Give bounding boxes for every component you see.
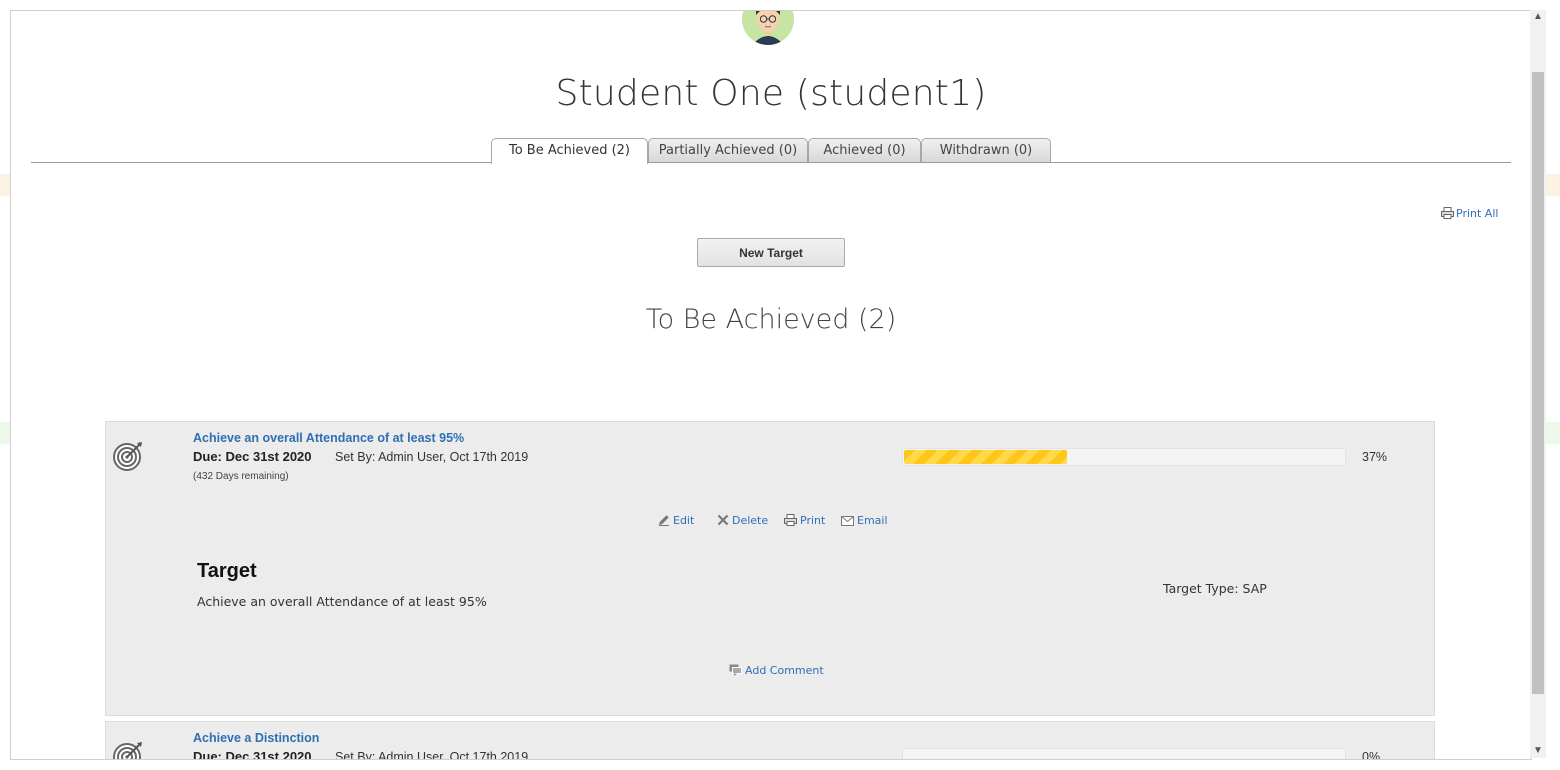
tab-partially-achieved[interactable]: Partially Achieved (0) bbox=[648, 138, 808, 162]
target-progress-bar bbox=[902, 448, 1346, 466]
comment-icon bbox=[729, 664, 742, 676]
x-icon bbox=[717, 514, 729, 526]
print-link[interactable]: Print bbox=[784, 514, 825, 527]
printer-icon bbox=[1441, 207, 1454, 219]
add-comment-link[interactable]: Add Comment bbox=[729, 664, 824, 677]
target-bullseye-icon bbox=[113, 442, 142, 471]
target-detail-heading: Target bbox=[197, 560, 257, 582]
print-all-link[interactable]: Print All bbox=[1441, 207, 1498, 220]
delete-label: Delete bbox=[732, 514, 769, 527]
vertical-scrollbar[interactable]: ▲ ▼ bbox=[1530, 10, 1546, 758]
target-due-date: Due: Dec 31st 2020 bbox=[193, 449, 312, 464]
envelope-icon bbox=[841, 516, 854, 526]
section-title: To Be Achieved (2) bbox=[645, 304, 897, 335]
scroll-up-arrow-icon[interactable]: ▲ bbox=[1530, 10, 1546, 24]
target-set-by: Set By: Admin User, Oct 17th 2019 bbox=[335, 750, 529, 760]
background-stripe bbox=[1546, 422, 1560, 444]
target-progress-label: 0% bbox=[1362, 750, 1381, 760]
student-avatar bbox=[742, 11, 794, 45]
edit-link[interactable]: Edit bbox=[658, 514, 694, 527]
print-all-label: Print All bbox=[1456, 207, 1499, 220]
target-days-remaining: (432 Days remaining) bbox=[193, 471, 289, 482]
print-label: Print bbox=[800, 514, 826, 527]
target-due-date: Due: Dec 31st 2020 bbox=[193, 749, 312, 760]
target-card: Achieve a Distinction Due: Dec 31st 2020… bbox=[105, 721, 1435, 760]
target-progress-label: 37% bbox=[1362, 450, 1388, 464]
pencil-icon bbox=[659, 515, 669, 526]
new-target-button[interactable]: New Target bbox=[697, 238, 845, 267]
target-title-link[interactable]: Achieve an overall Attendance of at leas… bbox=[193, 431, 464, 445]
printer-icon bbox=[784, 514, 797, 526]
tab-to-be-achieved[interactable]: To Be Achieved (2) bbox=[491, 138, 648, 164]
tab-withdrawn[interactable]: Withdrawn (0) bbox=[921, 138, 1051, 162]
target-bullseye-icon bbox=[113, 742, 142, 759]
target-type: Target Type: SAP bbox=[1163, 581, 1267, 596]
target-progress-fill bbox=[904, 450, 1067, 464]
student-targets-dialog: Student One (student1) To Be Achieved (2… bbox=[10, 10, 1532, 760]
background-stripe bbox=[1546, 174, 1560, 196]
email-link[interactable]: Email bbox=[841, 514, 888, 527]
target-card: Achieve an overall Attendance of at leas… bbox=[105, 421, 1435, 716]
page-title: Student One (student1) bbox=[555, 73, 987, 114]
target-detail-text: Achieve an overall Attendance of at leas… bbox=[197, 594, 487, 609]
target-title-link[interactable]: Achieve a Distinction bbox=[193, 731, 319, 745]
edit-label: Edit bbox=[673, 514, 695, 527]
target-progress-bar bbox=[902, 748, 1346, 759]
scrollbar-thumb[interactable] bbox=[1532, 72, 1544, 694]
target-set-by: Set By: Admin User, Oct 17th 2019 bbox=[335, 450, 529, 464]
email-label: Email bbox=[857, 514, 888, 527]
scroll-down-arrow-icon[interactable]: ▼ bbox=[1530, 744, 1546, 758]
tab-achieved[interactable]: Achieved (0) bbox=[808, 138, 921, 162]
delete-link[interactable]: Delete bbox=[717, 514, 768, 527]
add-comment-label: Add Comment bbox=[745, 664, 824, 677]
